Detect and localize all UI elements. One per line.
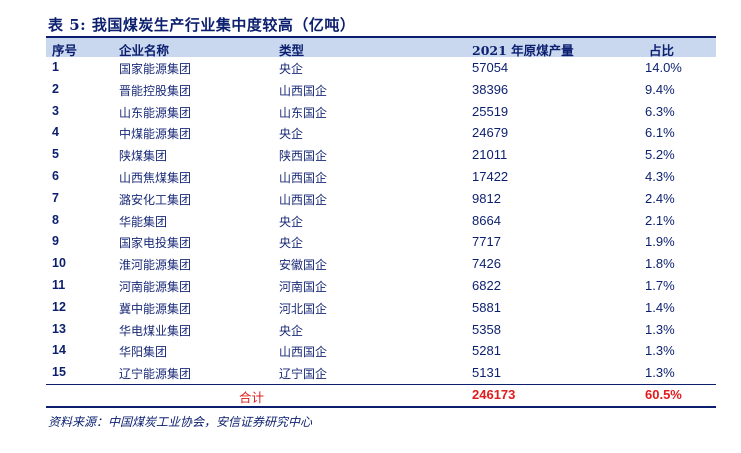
market-share: 1.3% — [645, 365, 675, 381]
table-row: 13 华电煤业集团 央企 5358 1.3% — [46, 319, 716, 341]
coal-output: 17422 — [472, 168, 509, 184]
coal-output: 5358 — [472, 321, 501, 337]
coal-output: 25519 — [472, 103, 509, 119]
company-name: 冀中能源集团 — [119, 301, 192, 316]
market-share: 1.7% — [645, 277, 675, 293]
table-header: 序号 企业名称 类型 2021 年原煤产量 占比 — [46, 38, 716, 58]
row-number: 4 — [52, 125, 59, 140]
table-row: 12 冀中能源集团 河北国企 5881 1.4% — [46, 297, 716, 319]
company-type: 山西国企 — [279, 83, 328, 98]
total-share: 60.5% — [645, 387, 682, 402]
coal-output: 5281 — [472, 343, 501, 359]
row-number: 1 — [52, 60, 59, 74]
company-name: 国家电投集团 — [119, 236, 192, 251]
coal-output: 38396 — [472, 81, 509, 97]
total-row: 合计 246173 60.5% — [46, 384, 716, 405]
row-number: 3 — [52, 103, 59, 118]
table-row: 2 晋能控股集团 山西国企 38396 9.4% — [46, 79, 716, 101]
table-row: 4 中煤能源集团 央企 24679 6.1% — [46, 122, 716, 144]
row-number: 6 — [52, 168, 59, 183]
market-share: 6.3% — [645, 103, 675, 119]
bottom-rule — [46, 406, 716, 408]
coal-output: 5131 — [472, 365, 501, 381]
table-row: 6 山西焦煤集团 山西国企 17422 4.3% — [46, 166, 716, 188]
company-name: 华能集团 — [119, 214, 168, 229]
company-name: 国家能源集团 — [119, 62, 192, 76]
table-row: 7 潞安化工集团 山西国企 9812 2.4% — [46, 188, 716, 210]
market-share: 1.8% — [645, 256, 675, 272]
market-share: 6.1% — [645, 125, 675, 141]
table-row: 5 陕煤集团 陕西国企 21011 5.2% — [46, 144, 716, 166]
table-row: 10 淮河能源集团 安徽国企 7426 1.8% — [46, 253, 716, 275]
row-number: 14 — [52, 343, 66, 358]
company-type: 央企 — [279, 214, 304, 229]
row-number: 11 — [52, 277, 66, 292]
market-share: 1.3% — [645, 321, 675, 337]
company-name: 华电煤业集团 — [119, 323, 192, 338]
coal-output: 7426 — [472, 256, 501, 272]
table-title: 表 5: 我国煤炭生产行业集中度较高（亿吨） — [48, 16, 356, 34]
table-row: 8 华能集团 央企 8664 2.1% — [46, 210, 716, 232]
coal-output: 24679 — [472, 125, 509, 141]
table-row: 1 国家能源集团 央企 57054 14.0% — [46, 57, 716, 79]
company-name: 陕煤集团 — [119, 149, 168, 164]
source-note: 资料来源：中国煤炭工业协会，安信证券研究中心 — [48, 415, 313, 429]
coal-output: 9812 — [472, 190, 501, 206]
row-number: 8 — [52, 212, 59, 227]
company-type: 央企 — [279, 127, 304, 142]
company-type: 山东国企 — [279, 105, 328, 120]
market-share: 9.4% — [645, 81, 675, 97]
market-share: 5.2% — [645, 147, 675, 163]
market-share: 1.3% — [645, 343, 675, 359]
company-type: 央企 — [279, 62, 304, 76]
coal-output: 8664 — [472, 212, 501, 228]
company-name: 中煤能源集团 — [119, 127, 192, 142]
table-body: 1 国家能源集团 央企 57054 14.0% 2 晋能控股集团 山西国企 38396 9.4% 3… — [46, 57, 716, 384]
coal-output: 7717 — [472, 234, 501, 250]
row-number: 9 — [52, 234, 59, 249]
row-number: 13 — [52, 321, 66, 336]
company-name: 山东能源集团 — [119, 105, 192, 120]
table-row: 9 国家电投集团 央企 7717 1.9% — [46, 231, 716, 253]
company-type: 山西国企 — [279, 345, 328, 360]
company-type: 辽宁国企 — [279, 367, 328, 382]
market-share: 2.4% — [645, 190, 675, 206]
row-number: 2 — [52, 81, 59, 96]
table-row: 3 山东能源集团 山东国企 25519 6.3% — [46, 101, 716, 123]
market-share: 4.3% — [645, 168, 675, 184]
company-name: 辽宁能源集团 — [119, 367, 192, 382]
table-row: 11 河南能源集团 河南国企 6822 1.7% — [46, 275, 716, 297]
row-number: 5 — [52, 147, 59, 162]
market-share: 1.9% — [645, 234, 675, 250]
company-name: 淮河能源集团 — [119, 258, 192, 273]
company-name: 河南能源集团 — [119, 279, 192, 294]
row-number: 12 — [52, 299, 66, 314]
coal-output: 5881 — [472, 299, 501, 315]
company-type: 河北国企 — [279, 301, 328, 316]
coal-output: 6822 — [472, 277, 501, 293]
row-number: 7 — [52, 190, 59, 205]
coal-output: 57054 — [472, 60, 509, 75]
company-type: 山西国企 — [279, 192, 328, 207]
company-type: 央企 — [279, 236, 304, 251]
market-share: 2.1% — [645, 212, 675, 228]
market-share: 14.0% — [645, 60, 682, 75]
company-name: 山西焦煤集团 — [119, 170, 192, 185]
row-number: 15 — [52, 365, 66, 380]
company-name: 潞安化工集团 — [119, 192, 192, 207]
company-type: 央企 — [279, 323, 304, 338]
company-name: 华阳集团 — [119, 345, 168, 360]
total-label: 合计 — [239, 390, 265, 405]
coal-output: 21011 — [472, 147, 508, 163]
total-output: 246173 — [472, 387, 516, 402]
company-type: 陕西国企 — [279, 149, 328, 164]
company-name: 晋能控股集团 — [119, 83, 192, 98]
company-type: 安徽国企 — [279, 258, 328, 273]
row-number: 10 — [52, 256, 66, 271]
company-type: 河南国企 — [279, 279, 328, 294]
table-row: 14 华阳集团 山西国企 5281 1.3% — [46, 340, 716, 362]
company-type: 山西国企 — [279, 170, 328, 185]
market-share: 1.4% — [645, 299, 675, 315]
table-row: 15 辽宁能源集团 辽宁国企 5131 1.3% — [46, 362, 716, 384]
